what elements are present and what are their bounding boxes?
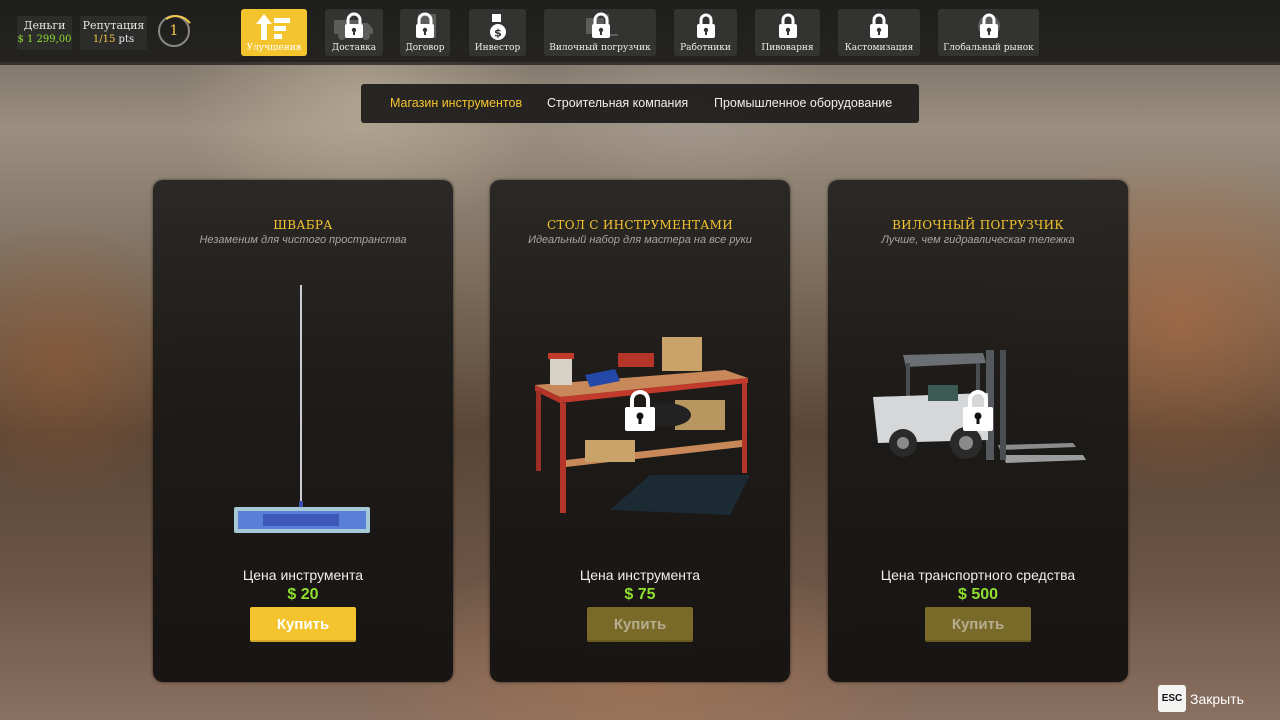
- top-bar: Деньги $ 1 299,00 Репутация 1/15 pts 1 У…: [0, 0, 1280, 62]
- tab-contract-label: Договор: [405, 43, 445, 53]
- card-subtitle: Идеальный набор для мастера на все руки: [528, 234, 752, 246]
- reputation-label: Репутация: [82, 19, 145, 32]
- card-title: ВИЛОЧНЫЙ ПОГРУЗЧИК: [892, 218, 1064, 232]
- card-subtitle: Незаменим для чистого пространства: [199, 234, 407, 246]
- customization-lock-icon: [870, 13, 888, 38]
- mop-image: [234, 285, 370, 533]
- tab-global-market[interactable]: Глобальный рынок: [938, 9, 1039, 56]
- reputation-value-row: 1/15 pts: [80, 33, 147, 47]
- close-label: Закрыть: [1190, 690, 1244, 707]
- shop-category-tabs: Магазин инструментов Строительная компан…: [361, 84, 919, 123]
- close-button[interactable]: ESC Закрыть: [1158, 685, 1244, 712]
- tab-delivery[interactable]: Доставка: [325, 9, 383, 56]
- forklift-icon: [586, 12, 618, 38]
- card-title: СТОЛ С ИНСТРУМЕНТАМИ: [546, 218, 734, 232]
- price-label: Цена инструмента: [579, 567, 701, 583]
- card-title: ШВАБРА: [273, 218, 333, 232]
- money-label: Деньги: [23, 19, 66, 32]
- price-label: Цена транспортного средства: [880, 567, 1076, 583]
- buy-button[interactable]: Купить: [250, 607, 356, 642]
- product-card-forklift: ВИЛОЧНЫЙ ПОГРУЗЧИК Лучше, чем гидравличе…: [828, 180, 1128, 682]
- reputation-panel: Репутация 1/15 pts: [80, 16, 147, 50]
- price-label: Цена инструмента: [242, 567, 364, 583]
- price-value: $ 75: [624, 586, 656, 603]
- tab-workers[interactable]: Работники: [674, 9, 737, 56]
- card-subtitle: Лучше, чем гидравлическая тележка: [881, 234, 1075, 246]
- tab-brewery[interactable]: Пивоварня: [755, 9, 820, 56]
- money-value: $ 1 299,00: [17, 34, 72, 45]
- upgrade-arrows-icon: [256, 14, 290, 40]
- svg-text:$: $: [494, 27, 502, 40]
- reputation-unit: pts: [118, 34, 135, 45]
- price-value: $ 500: [957, 586, 999, 603]
- tab-delivery-label: Доставка: [331, 43, 377, 53]
- lock-icon: [625, 390, 655, 431]
- tab-workers-label: Работники: [680, 43, 731, 53]
- globe-icon: [977, 13, 1000, 38]
- lock-icon: [963, 390, 993, 431]
- tab-investor[interactable]: $ Инвестор: [469, 9, 526, 56]
- tab-contract[interactable]: Договор: [400, 9, 450, 56]
- money-bag-icon: $: [489, 14, 506, 40]
- product-card-workbench: СТОЛ С ИНСТРУМЕНТАМИ Идеальный набор для…: [490, 180, 790, 682]
- tab-brewery-label: Пивоварня: [761, 43, 814, 53]
- tab-customization[interactable]: Кастомизация: [838, 9, 920, 56]
- tab-forklift-label: Вилочный погрузчик: [549, 43, 651, 53]
- buy-button[interactable]: Купить: [587, 607, 693, 642]
- subtab-industrial-equipment[interactable]: Промышленное оборудование: [714, 96, 892, 110]
- reputation-value: 1/15: [92, 34, 116, 45]
- contract-icon: [416, 12, 436, 38]
- tab-forklift[interactable]: Вилочный погрузчик: [544, 9, 656, 56]
- tab-global-market-label: Глобальный рынок: [943, 43, 1034, 53]
- tab-upgrades[interactable]: Улучшения: [241, 9, 307, 56]
- subtab-tool-shop[interactable]: Магазин инструментов: [390, 96, 522, 110]
- product-card-mop: ШВАБРА Незаменим для чистого пространств…: [153, 180, 453, 682]
- workers-lock-icon: [696, 13, 715, 38]
- esc-key-icon: ESC: [1158, 685, 1186, 712]
- price-value: $ 20: [287, 586, 319, 603]
- truck-icon: [334, 12, 373, 40]
- brewery-lock-icon: [778, 13, 797, 38]
- level-indicator: 1: [155, 12, 197, 54]
- tab-upgrades-label: Улучшения: [246, 43, 302, 53]
- level-progress-arc: [155, 12, 197, 54]
- tab-investor-label: Инвестор: [474, 43, 521, 53]
- money-panel: Деньги $ 1 299,00: [17, 16, 72, 50]
- subtab-construction-company[interactable]: Строительная компания: [547, 96, 688, 110]
- buy-button[interactable]: Купить: [925, 607, 1031, 642]
- tab-customization-label: Кастомизация: [844, 43, 914, 53]
